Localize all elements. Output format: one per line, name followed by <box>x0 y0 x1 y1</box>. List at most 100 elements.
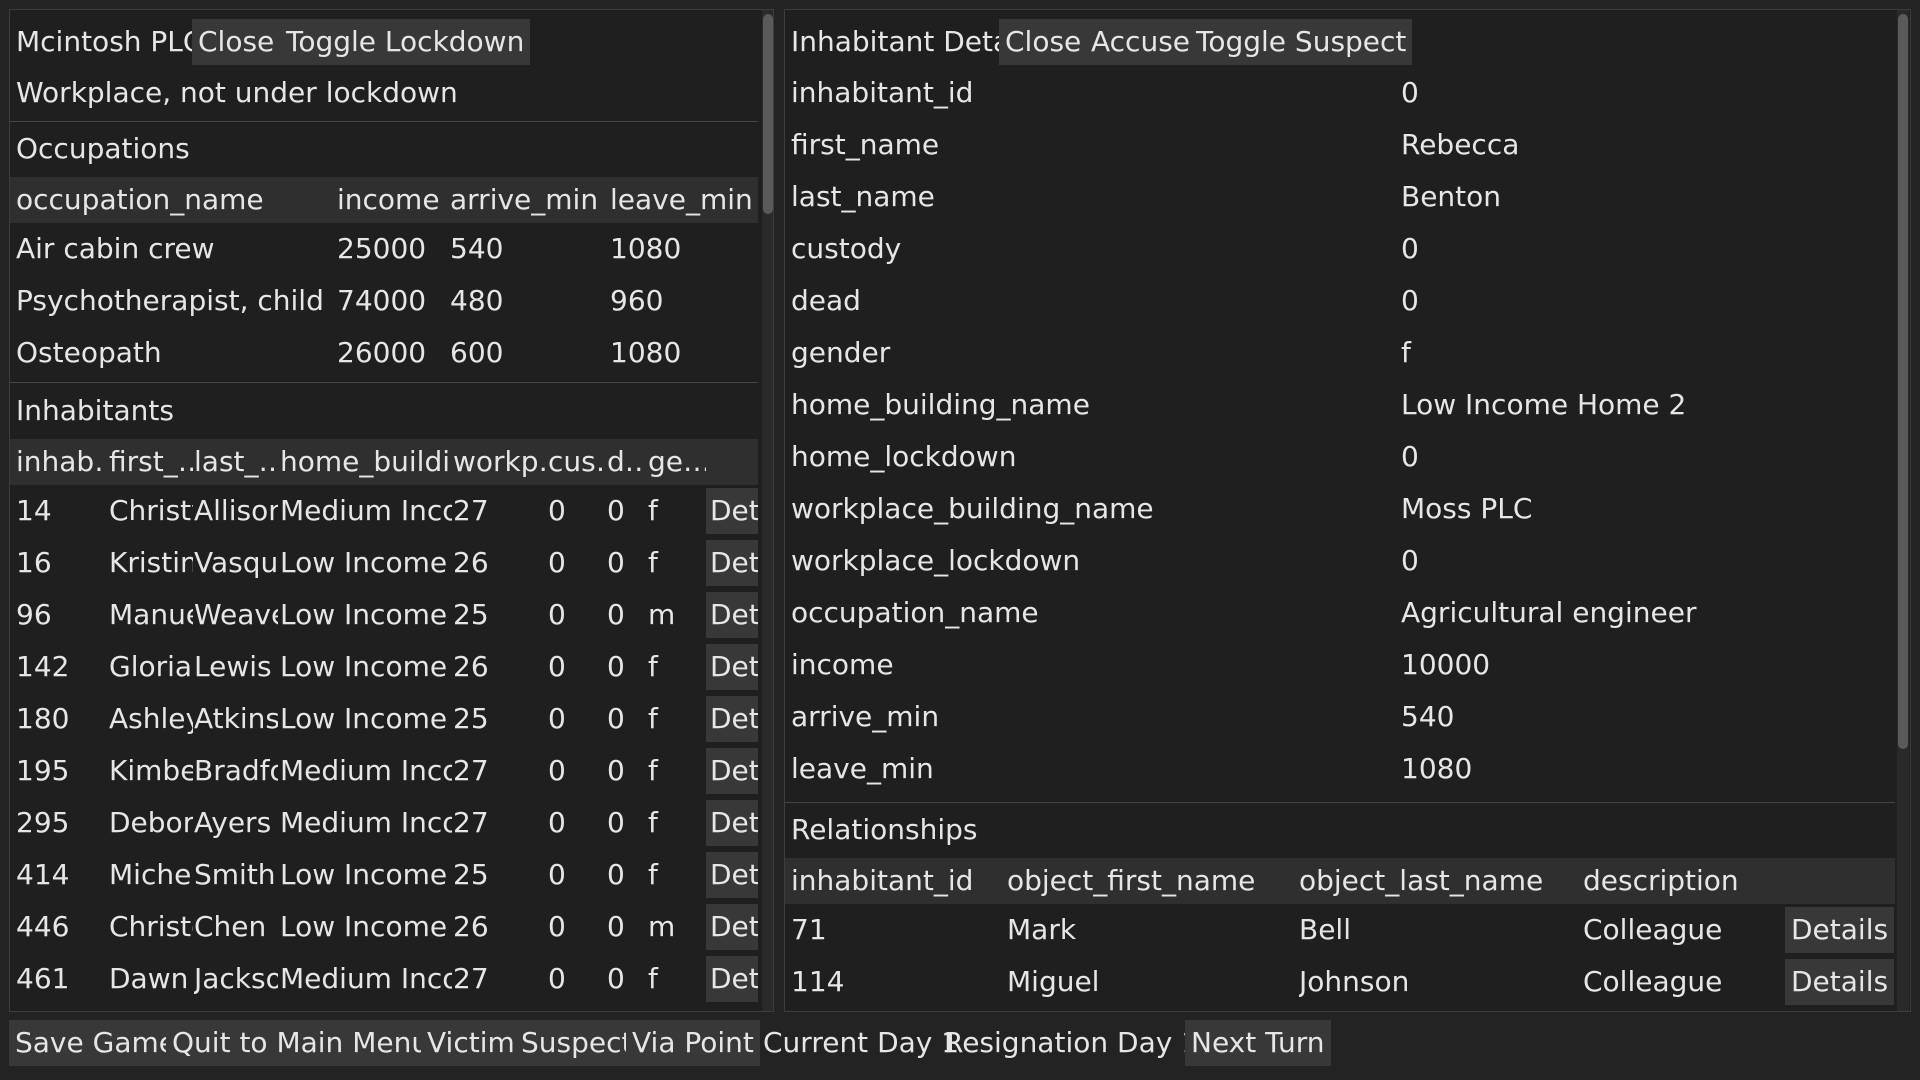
save-game-button[interactable]: Save Game <box>9 1020 182 1066</box>
field-value: 0 <box>1401 440 1419 473</box>
table-cell: Lewis <box>194 650 272 683</box>
table-cell: 180 <box>16 702 70 735</box>
table-cell: f <box>648 754 658 787</box>
table-cell: 1080 <box>610 336 682 369</box>
inhabitants-header-row: inhab… first_… last_… home_buildi… workp… <box>10 439 758 485</box>
field-label: first_name <box>791 128 940 161</box>
inhabitant-details-button[interactable]: Deta <box>706 748 758 794</box>
relationship-details-button[interactable]: Details <box>1785 907 1895 953</box>
column-header: cus… <box>548 445 606 478</box>
suspect-button[interactable]: Suspect <box>515 1020 639 1066</box>
table-cell: Low Income H <box>280 598 452 631</box>
field-value: Rebecca <box>1401 128 1520 161</box>
current-day-label: Current Day 1 <box>763 1026 960 1059</box>
table-cell: m <box>648 598 676 631</box>
detail-close-button[interactable]: Close <box>999 19 1088 65</box>
table-cell: 0 <box>607 806 625 839</box>
column-header: leave_min <box>610 183 753 216</box>
field-value: 0 <box>1401 232 1419 265</box>
inhabitant-details-button[interactable]: Deta <box>706 592 758 638</box>
toggle-lockdown-button[interactable]: Toggle Lockdown <box>280 19 531 65</box>
table-cell: Kristin <box>109 546 193 579</box>
field-value: Moss PLC <box>1401 492 1533 525</box>
field-label: gender <box>791 336 891 369</box>
table-cell: 0 <box>548 910 566 943</box>
column-header: arrive_min <box>450 183 599 216</box>
table-cell: Low Income H <box>280 858 452 891</box>
right-scrollbar-thumb[interactable] <box>1898 14 1908 749</box>
table-cell: Medium Incor <box>280 494 452 527</box>
table-cell: f <box>648 546 658 579</box>
table-cell: Christy <box>109 494 193 527</box>
table-cell: Medium Incor <box>280 962 452 995</box>
table-row: 14ChristyAllisonMedium Incor2700fDeta <box>10 488 758 534</box>
inhabitant-details-button[interactable]: Deta <box>706 488 758 534</box>
inhabitant-detail-panel: Inhabitant Detail Close Accuse Toggle Su… <box>784 9 1911 1012</box>
table-cell: 0 <box>607 494 625 527</box>
table-cell: 26 <box>453 910 489 943</box>
table-cell: 540 <box>450 232 504 265</box>
table-cell: 600 <box>450 336 504 369</box>
workplace-close-button[interactable]: Close <box>192 19 281 65</box>
table-cell: Bradfo <box>194 754 278 787</box>
table-cell: 0 <box>607 598 625 631</box>
table-row: 461DawnJacksorMedium Incor2700fDeta <box>10 956 758 1002</box>
inhabitant-details-button[interactable]: Deta <box>706 852 758 898</box>
field-label: inhabitant_id <box>791 76 974 109</box>
table-cell: Allison <box>194 494 278 527</box>
column-header: d… <box>607 445 645 478</box>
table-cell: Gloria <box>109 650 193 683</box>
table-row: 195KimbeBradfoMedium Incor2700fDeta <box>10 748 758 794</box>
inhabitant-details-button[interactable]: Deta <box>706 644 758 690</box>
table-cell: Johnson <box>1299 965 1410 998</box>
table-cell: 25 <box>453 858 489 891</box>
table-row: 71 Mark Bell Colleague Details <box>785 907 1895 953</box>
table-cell: Bell <box>1299 913 1351 946</box>
relationship-details-button[interactable]: Details <box>1785 959 1895 1005</box>
table-cell: 0 <box>607 754 625 787</box>
table-cell: 0 <box>548 546 566 579</box>
table-cell: 142 <box>16 650 70 683</box>
table-cell: Ashley <box>109 702 193 735</box>
inhabitant-details-button[interactable]: Deta <box>706 696 758 742</box>
table-cell: 0 <box>548 962 566 995</box>
table-cell: 71 <box>791 913 827 946</box>
detail-title: Inhabitant Detail <box>791 25 1026 58</box>
quit-main-menu-button[interactable]: Quit to Main Menu <box>166 1020 436 1066</box>
toggle-suspect-button[interactable]: Toggle Suspect <box>1190 19 1413 65</box>
victim-button[interactable]: Victim <box>421 1020 521 1066</box>
next-turn-button[interactable]: Next Turn <box>1185 1020 1331 1066</box>
inhabitant-details-button[interactable]: Deta <box>706 904 758 950</box>
table-cell: f <box>648 702 658 735</box>
inhabitant-details-button[interactable]: Deta <box>706 800 758 846</box>
inhabitant-details-button[interactable]: Deta <box>706 956 758 1002</box>
table-cell: 0 <box>607 858 625 891</box>
table-cell: Low Income H <box>280 702 452 735</box>
table-cell: f <box>648 494 658 527</box>
column-header: object_first_name <box>1007 864 1256 897</box>
table-cell: Michel <box>109 858 193 891</box>
column-header: home_buildi… <box>280 445 452 478</box>
accuse-button[interactable]: Accuse <box>1085 19 1197 65</box>
workplace-panel: Mcintosh PLC Close Toggle Lockdown Workp… <box>9 9 774 1012</box>
table-row: 142GloriaLewisLow Income H2600fDeta <box>10 644 758 690</box>
column-header: object_last_name <box>1299 864 1544 897</box>
left-scrollbar-thumb[interactable] <box>763 14 773 214</box>
table-cell: 0 <box>548 650 566 683</box>
field-value: 0 <box>1401 544 1419 577</box>
divider <box>10 121 758 122</box>
column-header: inhabitant_id <box>791 864 974 897</box>
table-row: 414MichelSmithLow Income H2500fDeta <box>10 852 758 898</box>
inhabitant-details-button[interactable]: Deta <box>706 540 758 586</box>
field-label: arrive_min <box>791 700 940 733</box>
table-cell: Vasque <box>194 546 278 579</box>
table-row: 96ManueWeaveLow Income H2500mDeta <box>10 592 758 638</box>
via-point-button[interactable]: Via Point <box>626 1020 760 1066</box>
table-cell: 27 <box>453 494 489 527</box>
field-label: dead <box>791 284 861 317</box>
table-cell: 0 <box>607 650 625 683</box>
table-cell: Low Income H <box>280 650 452 683</box>
table-cell: f <box>648 650 658 683</box>
column-header: last_… <box>194 445 278 478</box>
occupations-header-row: occupation_name income arrive_min leave_… <box>10 177 758 223</box>
